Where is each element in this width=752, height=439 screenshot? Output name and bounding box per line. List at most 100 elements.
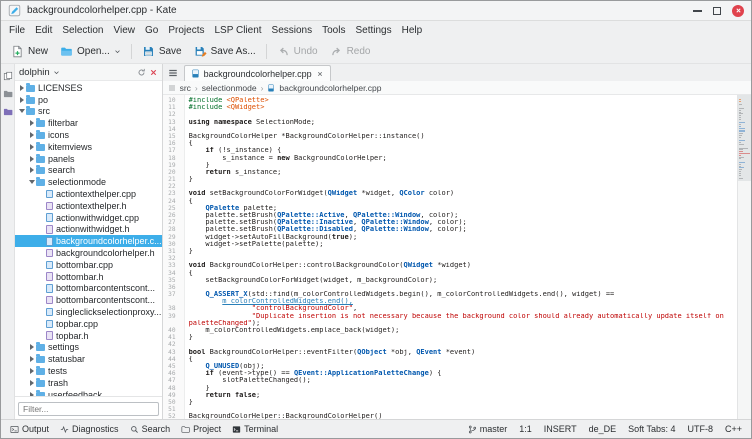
menu-tools[interactable]: Tools (317, 24, 350, 37)
status-item-c[interactable]: C++ (720, 423, 747, 435)
tree-item-icons[interactable]: icons (15, 129, 162, 141)
code-line[interactable]: 41} (163, 334, 737, 341)
toolview-button-terminal[interactable]: Terminal (227, 423, 283, 435)
tree-item-topbar-h[interactable]: topbar.h (15, 330, 162, 342)
code-line[interactable]: 33void BackgroundColorHelper::controlBac… (163, 262, 737, 269)
code-line[interactable]: 27 palette.setBrush(QPalette::Inactive, … (163, 219, 737, 226)
code-line[interactable]: 50} (163, 399, 737, 406)
close-button[interactable] (732, 5, 744, 17)
minimize-button[interactable] (693, 10, 702, 12)
expand-arrow-icon[interactable] (28, 368, 36, 374)
tree-item-licenses[interactable]: LICENSES (15, 82, 162, 94)
status-item-utf-8[interactable]: UTF-8 (682, 423, 718, 435)
code-line[interactable]: 42 (163, 341, 737, 348)
menu-projects[interactable]: Projects (163, 24, 209, 37)
code-line[interactable]: 31} (163, 248, 737, 255)
code-line[interactable]: 38 "controlBackgroundColor", (163, 305, 737, 312)
status-item-de-de[interactable]: de_DE (584, 423, 622, 435)
code-line[interactable]: 16{ (163, 140, 737, 147)
expand-arrow-icon[interactable] (28, 120, 36, 126)
menu-settings[interactable]: Settings (350, 24, 396, 37)
minimap[interactable] (737, 95, 751, 419)
tree-item-bottombar-cpp[interactable]: bottombar.cpp (15, 259, 162, 271)
expand-arrow-icon[interactable] (28, 356, 36, 362)
tree-item-userfeedback[interactable]: userfeedback (15, 389, 162, 396)
tree-item-bottombarcontentscont[interactable]: bottombarcontentscont... (15, 283, 162, 295)
expand-arrow-icon[interactable] (28, 167, 36, 173)
menu-selection[interactable]: Selection (57, 24, 108, 37)
toolview-button-search[interactable]: Search (125, 423, 176, 435)
status-item-soft-tabs-4[interactable]: Soft Tabs: 4 (623, 423, 680, 435)
code-line[interactable]: 39 "Duplicate insertion is not necessary… (163, 313, 737, 320)
expand-arrow-icon[interactable] (28, 132, 36, 138)
tree-item-topbar-cpp[interactable]: topbar.cpp (15, 318, 162, 330)
save-as-button[interactable]: Save As... (188, 43, 262, 60)
tree-item-statusbar[interactable]: statusbar (15, 353, 162, 365)
menu-help[interactable]: Help (397, 24, 428, 37)
tree-item-bottombarcontentscont[interactable]: bottombarcontentscont... (15, 294, 162, 306)
tab-backgroundcolorhelper-cpp[interactable]: backgroundcolorhelper.cpp (184, 65, 331, 81)
project-name[interactable]: dolphin (19, 67, 50, 78)
tree-item-backgroundcolorhelper-h[interactable]: backgroundcolorhelper.h (15, 247, 162, 259)
code-line[interactable]: 49 return false; (163, 392, 737, 399)
code-line[interactable]: 18 s_instance = new BackgroundColorHelpe… (163, 155, 737, 162)
code-line[interactable]: 46 if (event->type() == QEvent::Applicat… (163, 370, 737, 377)
expand-arrow-icon[interactable] (28, 144, 36, 150)
toolview-button-diagnostics[interactable]: Diagnostics (55, 423, 124, 435)
tree-item-selectionmode[interactable]: selectionmode (15, 176, 162, 188)
breadcrumb-selectionmode[interactable]: selectionmode (202, 83, 257, 93)
document-list-button[interactable] (165, 65, 181, 81)
expand-arrow-icon[interactable] (28, 156, 36, 162)
menu-go[interactable]: Go (140, 24, 163, 37)
code-line[interactable]: 24{ (163, 198, 737, 205)
close-project-icon[interactable] (149, 68, 158, 77)
code-line[interactable]: 17 if (!s_instance) { (163, 147, 737, 154)
code-line[interactable]: 14 (163, 126, 737, 133)
tree-item-singleclickselectionproxy[interactable]: singleclickselectionproxy... (15, 306, 162, 318)
code-line[interactable]: 28 palette.setBrush(QPalette::Disabled, … (163, 226, 737, 233)
code-line[interactable]: 12 (163, 111, 737, 118)
tree-item-settings[interactable]: settings (15, 342, 162, 354)
tree-item-po[interactable]: po (15, 94, 162, 106)
code-line[interactable]: 30 widget->setPalette(palette); (163, 241, 737, 248)
code-line[interactable]: m_colorControlledWidgets.end(), (163, 298, 737, 305)
code-line[interactable]: 26 palette.setBrush(QPalette::Active, QP… (163, 212, 737, 219)
save-button[interactable]: Save (136, 43, 188, 60)
code-line[interactable]: 44{ (163, 356, 737, 363)
tree-item-tests[interactable]: tests (15, 365, 162, 377)
status-item-1-1[interactable]: 1:1 (514, 423, 537, 435)
code-line[interactable]: 40 m_colorControlledWidgets.emplace_back… (163, 327, 737, 334)
tree-item-bottombar-h[interactable]: bottombar.h (15, 271, 162, 283)
redo-button[interactable]: Redo (324, 43, 377, 60)
code-line[interactable]: 10#include <QPalette> (163, 97, 737, 104)
tree-item-actiontexthelper-cpp[interactable]: actiontexthelper.cpp (15, 188, 162, 200)
tree-item-kitemviews[interactable]: kitemviews (15, 141, 162, 153)
toolview-button-output[interactable]: Output (5, 423, 54, 435)
tree-item-filterbar[interactable]: filterbar (15, 117, 162, 129)
code-line[interactable]: 13using namespace SelectionMode; (163, 119, 737, 126)
code-area[interactable]: 10#include <QPalette>11#include <QWidget… (163, 95, 751, 419)
code-line[interactable]: 35 setBackgroundColorForWidget(widget, m… (163, 277, 737, 284)
code-line[interactable]: 36 (163, 284, 737, 291)
code-line[interactable]: 43bool BackgroundColorHelper::eventFilte… (163, 349, 737, 356)
code-line[interactable]: 45 Q_UNUSED(obj); (163, 363, 737, 370)
breadcrumb-file[interactable]: backgroundcolorhelper.cpp (279, 83, 381, 93)
refresh-icon[interactable] (137, 68, 146, 77)
filesystem-browser-icon[interactable] (3, 89, 13, 99)
code-line[interactable]: 47 slotPaletteChanged(); (163, 377, 737, 384)
code-line[interactable]: 25 QPalette palette; (163, 205, 737, 212)
tree-item-search[interactable]: search (15, 165, 162, 177)
status-item-insert[interactable]: INSERT (539, 423, 582, 435)
new-button[interactable]: New (5, 43, 54, 60)
tab-close-icon[interactable] (316, 70, 324, 78)
expand-arrow-icon[interactable] (28, 344, 36, 350)
menu-edit[interactable]: Edit (30, 24, 57, 37)
code-line[interactable]: 22 (163, 183, 737, 190)
code-line[interactable]: 20 return s_instance; (163, 169, 737, 176)
code-line[interactable]: 34{ (163, 270, 737, 277)
tree-item-actionwithwidget-cpp[interactable]: actionwithwidget.cpp (15, 212, 162, 224)
expand-arrow-icon[interactable] (28, 380, 36, 386)
expand-arrow-icon[interactable] (18, 85, 26, 91)
maximize-button[interactable] (713, 7, 721, 15)
project-filter-input[interactable] (18, 402, 159, 416)
